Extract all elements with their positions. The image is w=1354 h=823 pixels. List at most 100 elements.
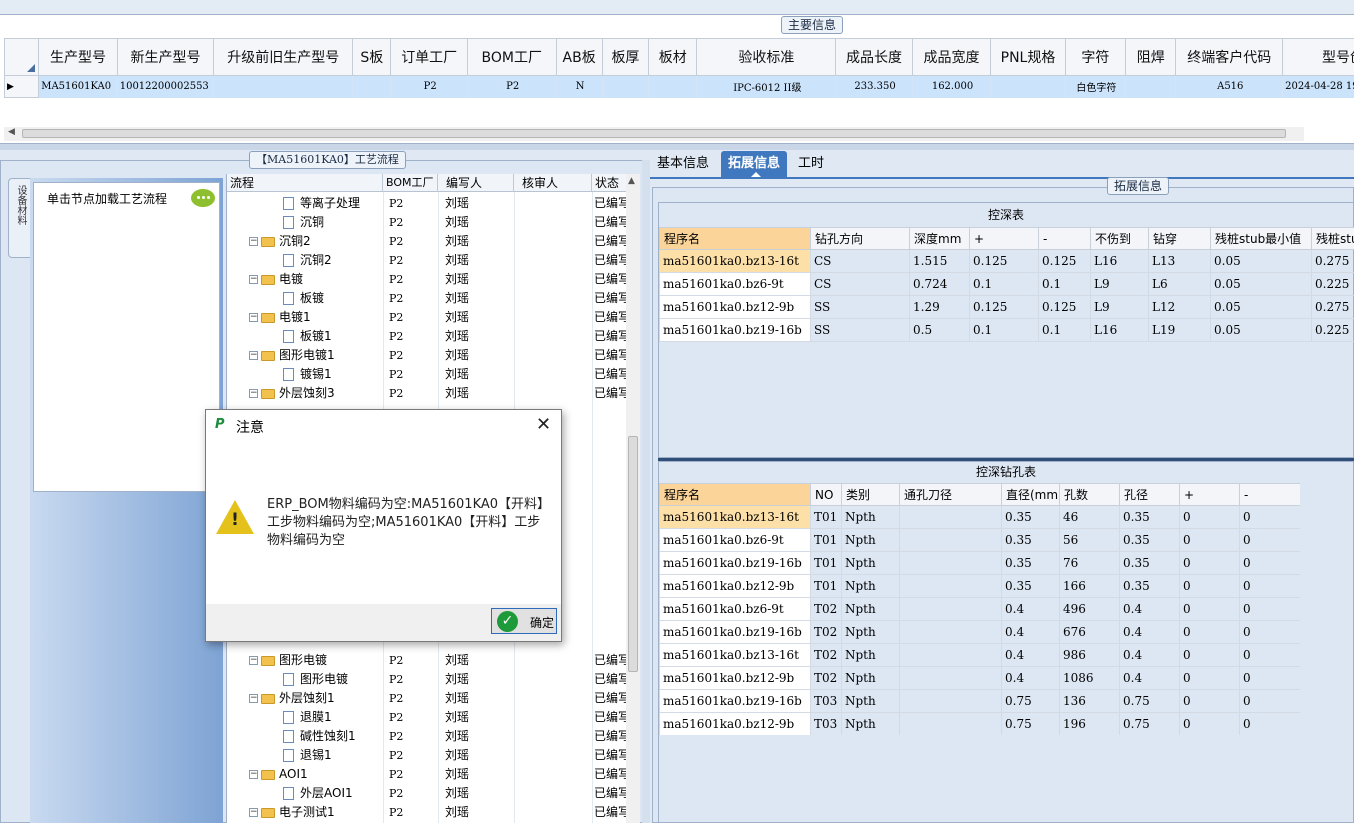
tree-node[interactable]: − AOI1 P2 刘瑶 已编写 — [227, 765, 628, 784]
column-header[interactable]: 程序名 — [659, 483, 811, 506]
column-header[interactable]: 板材 — [648, 38, 698, 76]
column-header[interactable]: - — [1038, 227, 1091, 250]
side-tab-equipment[interactable]: 设备材料 — [8, 178, 30, 258]
main-hscroll[interactable]: ◀ — [4, 127, 1304, 141]
tree-node[interactable]: 图形电镀 P2 刘瑶 已编写 — [227, 670, 628, 689]
column-header[interactable]: 型号创 — [1282, 38, 1354, 76]
scroll-up-arrow[interactable]: ▲ — [628, 176, 635, 186]
collapse-toggle-icon[interactable]: − — [249, 313, 258, 322]
table-row[interactable]: ▶ MA51601KA0 10012200002553 P2 P2 N IPC-6012 I… — [4, 75, 1354, 98]
close-icon[interactable]: ✕ — [536, 414, 551, 435]
column-header[interactable]: NO — [810, 483, 842, 506]
table-row[interactable]: ma51601ka0.bz13-16t T01 Npth 0.35 46 0.35 0 0 — [659, 505, 1300, 529]
table-row[interactable]: ma51601ka0.bz12-9b T03 Npth 0.75 196 0.75 0 0 — [659, 712, 1300, 735]
tree-node[interactable]: − 电子测试1 P2 刘瑶 已编写 — [227, 803, 628, 822]
column-header[interactable]: + — [969, 227, 1039, 250]
hint-panel[interactable]: 单击节点加载工艺流程 — [33, 182, 220, 492]
col-reviewer[interactable]: 核审人 — [514, 174, 592, 192]
collapse-toggle-icon[interactable]: − — [249, 389, 258, 398]
column-header[interactable]: 生产型号 — [38, 38, 118, 76]
table-row[interactable]: ma51601ka0.bz6-9t T01 Npth 0.35 56 0.35 0 0 — [659, 528, 1300, 552]
tree-node[interactable]: − 图形电镀1 P2 刘瑶 已编写 — [227, 346, 628, 365]
tree-node[interactable]: 板镀 P2 刘瑶 已编写 — [227, 289, 628, 308]
column-header[interactable]: 类别 — [841, 483, 900, 506]
col-writer[interactable]: 编写人 — [438, 174, 514, 192]
column-header[interactable]: 不伤到 — [1090, 227, 1149, 250]
tree-node[interactable]: 镀锡1 P2 刘瑶 已编写 — [227, 365, 628, 384]
column-header[interactable]: 通孔刀径 — [899, 483, 1002, 506]
table-row[interactable]: ma51601ka0.bz12-9b T02 Npth 0.4 1086 0.4 0 0 — [659, 666, 1300, 690]
table-row[interactable]: ma51601ka0.bz6-9t CS 0.724 0.1 0.1 L9 L6 0.05 0.… — [659, 272, 1354, 296]
tree-node[interactable]: 退锡1 P2 刘瑶 已编写 — [227, 746, 628, 765]
tree-node[interactable]: 碱性蚀刻1 P2 刘瑶 已编写 — [227, 727, 628, 746]
column-header[interactable]: 孔径 — [1119, 483, 1180, 506]
tree-node[interactable]: 板镀1 P2 刘瑶 已编写 — [227, 327, 628, 346]
table-row[interactable]: ma51601ka0.bz6-9t T02 Npth 0.4 496 0.4 0 0 — [659, 597, 1300, 621]
tab-basic-info[interactable]: 基本信息 — [650, 151, 716, 177]
scroll-thumb[interactable] — [628, 436, 638, 672]
ok-button[interactable]: ✓ 确定 — [491, 608, 557, 634]
scroll-left-arrow[interactable]: ◀ — [8, 127, 15, 137]
col-flow[interactable]: 流程 — [227, 174, 383, 192]
column-header[interactable]: 验收标准 — [696, 38, 837, 76]
col-status[interactable]: 状态 — [592, 174, 628, 192]
column-header[interactable]: 字符 — [1064, 38, 1127, 76]
column-header[interactable]: 残桩stub最小值 — [1210, 227, 1312, 250]
collapse-toggle-icon[interactable]: − — [249, 770, 258, 779]
column-header[interactable]: 残桩stu — [1311, 227, 1354, 250]
main-info-grid[interactable]: 生产型号 新生产型号 升级前旧生产型号 S板 订单工厂 BOM工厂 AB板 板厚 板材 验收标准成… — [4, 38, 1354, 128]
table-row[interactable]: ma51601ka0.bz19-16b T03 Npth 0.75 136 0.75 0 0 — [659, 689, 1300, 713]
scroll-thumb[interactable] — [22, 129, 1286, 138]
tree-node[interactable]: − 图形电镀 P2 刘瑶 已编写 — [227, 651, 628, 670]
collapse-toggle-icon[interactable]: − — [249, 656, 258, 665]
collapse-toggle-icon[interactable]: − — [249, 351, 258, 360]
collapse-toggle-icon[interactable]: − — [249, 237, 258, 246]
table-row[interactable]: ma51601ka0.bz19-16b T01 Npth 0.35 76 0.35 0 0 — [659, 551, 1300, 575]
column-header[interactable]: 成品长度 — [835, 38, 913, 76]
column-header[interactable]: 直径(mm) — [1001, 483, 1060, 506]
grid-corner[interactable] — [4, 38, 40, 76]
collapse-toggle-icon[interactable]: − — [249, 694, 258, 703]
column-header[interactable]: 程序名 — [659, 227, 811, 250]
tree-node[interactable]: − 电镀 P2 刘瑶 已编写 — [227, 270, 628, 289]
depth-table[interactable]: 程序名钻孔方向深度mm+-不伤到钻穿残桩stub最小值残桩stu ma51601… — [659, 227, 1354, 343]
table-row[interactable]: ma51601ka0.bz19-16b T02 Npth 0.4 676 0.4 0 0 — [659, 620, 1300, 644]
column-header[interactable]: 孔数 — [1059, 483, 1120, 506]
tree-node[interactable]: 退膜1 P2 刘瑶 已编写 — [227, 708, 628, 727]
column-header[interactable]: AB板 — [555, 38, 603, 76]
column-header[interactable]: 终端客户代码 — [1175, 38, 1284, 76]
column-header[interactable]: 成品宽度 — [911, 38, 992, 76]
tree-node[interactable]: 外层AOI1 P2 刘瑶 已编写 — [227, 784, 628, 803]
tree-node[interactable]: 等离子处理 P2 刘瑶 已编写 — [227, 194, 628, 213]
dialog-titlebar[interactable]: P 注意 ✕ — [206, 410, 561, 441]
column-header[interactable]: 阻焊 — [1125, 38, 1177, 76]
table-row[interactable]: ma51601ka0.bz12-9b SS 1.29 0.125 0.125 L9 L12 0… — [659, 295, 1354, 319]
column-header[interactable]: 板厚 — [601, 38, 650, 76]
column-header[interactable]: 订单工厂 — [390, 38, 468, 76]
tree-node[interactable]: − 沉铜2 P2 刘瑶 已编写 — [227, 232, 628, 251]
table-row[interactable]: ma51601ka0.bz12-9b T01 Npth 0.35 166 0.35 0 0 — [659, 574, 1300, 598]
tree-node[interactable]: − 外层蚀刻3 P2 刘瑶 已编写 — [227, 384, 628, 403]
table-row[interactable]: ma51601ka0.bz19-16b SS 0.5 0.1 0.1 L16 L19 0.05… — [659, 318, 1354, 342]
tree-vscroll[interactable]: ▲ — [626, 174, 640, 823]
drill-table[interactable]: 程序名 NO 类别 通孔刀径 直径(mm) 孔数 孔径 + - ma51601ka0.bz13-… — [659, 483, 1300, 735]
collapse-toggle-icon[interactable]: − — [249, 275, 258, 284]
column-header[interactable]: 钻孔方向 — [810, 227, 910, 250]
collapse-toggle-icon[interactable]: − — [249, 808, 258, 817]
column-header[interactable]: PNL规格 — [990, 38, 1066, 76]
column-header[interactable]: 新生产型号 — [116, 38, 215, 76]
tree-node[interactable]: 沉铜2 P2 刘瑶 已编写 — [227, 251, 628, 270]
column-header[interactable]: 升级前旧生产型号 — [213, 38, 354, 76]
table-row[interactable]: ma51601ka0.bz13-16t CS 1.515 0.125 0.125 L16 L… — [659, 249, 1354, 273]
column-header[interactable]: 深度mm — [909, 227, 970, 250]
tree-node[interactable]: − 电镀1 P2 刘瑶 已编写 — [227, 308, 628, 327]
tree-node[interactable]: 沉铜 P2 刘瑶 已编写 — [227, 213, 628, 232]
tree-node[interactable]: − 外层蚀刻1 P2 刘瑶 已编写 — [227, 689, 628, 708]
column-header[interactable]: 钻穿 — [1148, 227, 1211, 250]
vertical-splitter[interactable] — [642, 160, 650, 823]
column-header[interactable]: - — [1239, 483, 1300, 506]
column-header[interactable]: S板 — [352, 38, 392, 76]
column-header[interactable]: + — [1179, 483, 1240, 506]
col-bom[interactable]: BOM工厂 — [383, 174, 438, 192]
tab-work-hours[interactable]: 工时 — [791, 151, 831, 177]
